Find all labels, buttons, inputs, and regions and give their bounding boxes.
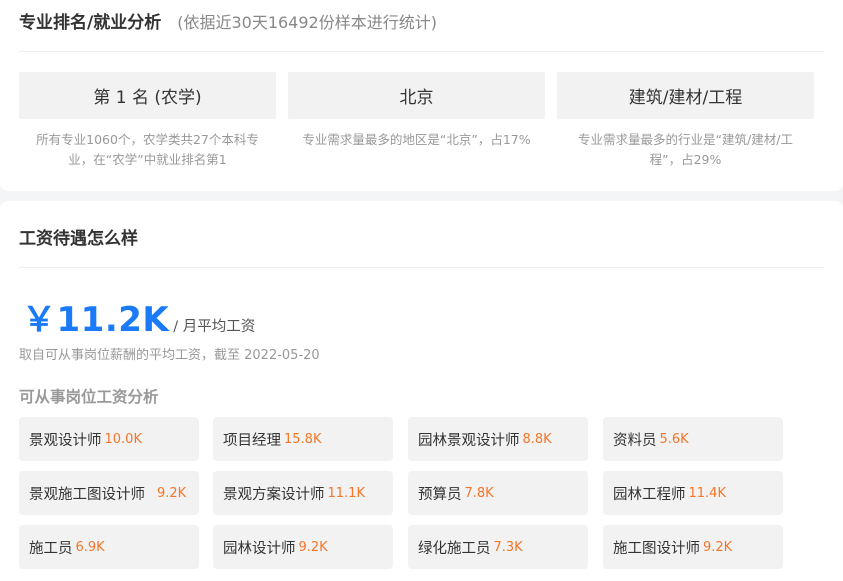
job-salary: 10.0K <box>104 431 142 447</box>
job-item[interactable]: 绿化施工员 7.3K <box>408 525 588 569</box>
jobs-section-title: 可从事岗位工资分析 <box>19 388 159 406</box>
job-name: 施工图设计师 <box>613 540 700 557</box>
job-name: 景观施工图设计师 <box>29 486 145 503</box>
job-item[interactable]: 园林景观设计师 8.8K <box>408 417 588 461</box>
divider <box>19 267 824 268</box>
ranking-title: 专业排名/就业分析 <box>19 13 162 33</box>
stat-top-industry-desc: 专业需求量最多的行业是“建筑/建材/工程”，占29% <box>578 132 793 167</box>
job-name: 资料员 <box>613 432 657 449</box>
average-salary-value: ￥11.2K <box>22 300 170 340</box>
job-salary: 11.4K <box>688 485 726 501</box>
stat-top-region: 北京 <box>288 72 545 119</box>
job-salary: 9.2K <box>298 539 328 555</box>
job-name: 园林工程师 <box>613 486 686 503</box>
stat-rank: 第 1 名 (农学) <box>19 72 276 119</box>
job-item[interactable]: 项目经理 15.8K <box>213 417 393 461</box>
salary-source-note: 取自可从事岗位薪酬的平均工资，截至 2022-05-20 <box>19 348 320 363</box>
job-item[interactable]: 景观施工图设计师 9.2K <box>19 471 199 515</box>
job-salary: 5.6K <box>659 431 689 447</box>
job-item[interactable]: 资料员 5.6K <box>603 417 783 461</box>
stat-top-industry: 建筑/建材/工程 <box>557 72 814 119</box>
divider <box>19 51 824 52</box>
salary-section-title: 工资待遇怎么样 <box>19 229 138 249</box>
stat-rank-desc: 所有专业1060个，农学类共27个本科专业，在“农学”中就业排名第1 <box>36 132 259 167</box>
job-item[interactable]: 施工员 6.9K <box>19 525 199 569</box>
job-name: 预算员 <box>418 486 462 503</box>
job-name: 项目经理 <box>223 432 281 449</box>
job-salary: 7.8K <box>464 485 494 501</box>
job-name: 景观设计师 <box>29 432 102 449</box>
job-salary: 11.1K <box>327 485 365 501</box>
ranking-subtitle: (依据近30天16492份样本进行统计) <box>177 13 437 32</box>
job-name: 园林设计师 <box>223 540 296 557</box>
ranking-card: 专业排名/就业分析 (依据近30天16492份样本进行统计) 第 1 名 (农学… <box>0 0 843 191</box>
job-name: 施工员 <box>29 540 73 557</box>
job-name: 景观方案设计师 <box>223 486 325 503</box>
ranking-header: 专业排名/就业分析 (依据近30天16492份样本进行统计) <box>19 8 437 33</box>
average-salary: ￥11.2K / 月平均工资 <box>22 292 255 341</box>
job-salary: 8.8K <box>522 431 552 447</box>
job-salary: 9.2K <box>157 485 187 501</box>
average-salary-unit: / 月平均工资 <box>173 319 256 335</box>
job-name: 绿化施工员 <box>418 540 491 557</box>
job-salary: 15.8K <box>284 431 322 447</box>
job-item[interactable]: 预算员 7.8K <box>408 471 588 515</box>
stat-top-region-desc: 专业需求量最多的地区是“北京”，占17% <box>302 132 531 147</box>
job-item[interactable]: 景观设计师 10.0K <box>19 417 199 461</box>
job-name: 园林景观设计师 <box>418 432 520 449</box>
job-salary: 6.9K <box>75 539 105 555</box>
job-item[interactable]: 园林工程师 11.4K <box>603 471 783 515</box>
job-item[interactable]: 施工图设计师 9.2K <box>603 525 783 569</box>
job-salary: 7.3K <box>493 539 523 555</box>
job-item[interactable]: 园林设计师 9.2K <box>213 525 393 569</box>
job-salary: 9.2K <box>703 539 733 555</box>
job-item[interactable]: 景观方案设计师 11.1K <box>213 471 393 515</box>
